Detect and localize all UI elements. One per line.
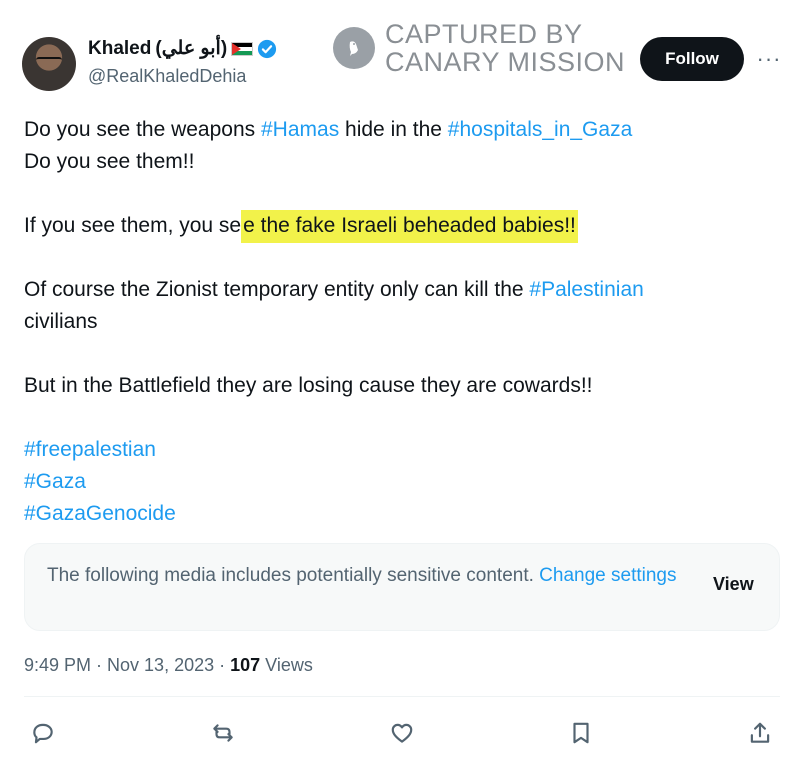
hashtag-palestinian[interactable]: #Palestinian: [529, 278, 643, 301]
author-name[interactable]: Khaled: [88, 38, 151, 60]
hashtag-line-3: #GazaGenocide: [24, 498, 764, 530]
hashtag-gazagenocide[interactable]: #GazaGenocide: [24, 502, 176, 525]
post-text: hide in the: [339, 118, 448, 141]
post-line-4b: civilians: [24, 310, 98, 333]
divider: [24, 696, 780, 697]
bookmark-icon[interactable]: [564, 716, 598, 750]
post-line-3: If you see them, you see the fake Israel…: [24, 210, 764, 243]
hashtag-gaza[interactable]: #Gaza: [24, 470, 86, 493]
canary-mission-watermark: CAPTURED BY CANARY MISSION: [333, 20, 625, 76]
views-count: 107: [230, 655, 261, 675]
action-bar: [0, 716, 800, 750]
post-text: If you see them, you se: [24, 214, 242, 237]
author-name-row[interactable]: Khaled (أبو علي): [88, 37, 277, 60]
follow-button[interactable]: Follow: [640, 37, 744, 81]
post-line-2: Do you see them!!: [24, 150, 195, 173]
palestine-flag-icon: [231, 41, 254, 56]
post-body: Do you see the weapons #Hamas hide in th…: [24, 114, 764, 530]
post-line-1: Do you see the weapons #Hamas hide in th…: [24, 114, 764, 146]
watermark-line1: CAPTURED BY: [385, 19, 583, 49]
post-line-5: But in the Battlefield they are losing c…: [24, 374, 593, 397]
hashtag-freepalestian[interactable]: #freepalestian: [24, 438, 156, 461]
highlighted-text: e the fake Israeli beheaded babies!!: [241, 210, 578, 243]
author-name-suffix[interactable]: (أبو علي): [155, 37, 227, 60]
sensitive-media-warning: The following media includes potentially…: [24, 543, 780, 631]
author-handle[interactable]: @RealKhaledDehia: [88, 66, 246, 87]
views-label: Views: [260, 655, 313, 675]
hashtag-hamas[interactable]: #Hamas: [261, 118, 339, 141]
change-settings-link[interactable]: Change settings: [539, 565, 676, 586]
hashtag-line-1: #freepalestian: [24, 434, 764, 466]
avatar[interactable]: [22, 37, 76, 91]
post-text: Of course the Zionist temporary entity o…: [24, 278, 530, 301]
hashtag-line-2: #Gaza: [24, 466, 764, 498]
watermark-text: CAPTURED BY CANARY MISSION: [385, 20, 625, 76]
post-timestamp[interactable]: 9:49 PM · Nov 13, 2023 ·: [24, 655, 230, 675]
canary-bird-icon: [333, 27, 375, 69]
heart-icon[interactable]: [385, 716, 419, 750]
post-text: Do you see the weapons: [24, 118, 261, 141]
hashtag-hospitals-in-gaza[interactable]: #hospitals_in_Gaza: [448, 118, 632, 141]
sensitive-message: The following media includes potentially…: [47, 565, 540, 586]
post-meta: 9:49 PM · Nov 13, 2023 · 107 Views: [24, 655, 313, 676]
share-icon[interactable]: [743, 716, 777, 750]
view-media-button[interactable]: View: [713, 574, 754, 595]
watermark-line2: CANARY MISSION: [385, 47, 626, 77]
verified-badge-icon[interactable]: [257, 39, 277, 59]
glasses-shape: [36, 57, 62, 65]
more-options-icon[interactable]: ···: [755, 44, 783, 74]
post-line-4: Of course the Zionist temporary entity o…: [24, 274, 764, 306]
sensitive-warning-text: The following media includes potentially…: [47, 562, 687, 589]
reply-icon[interactable]: [26, 716, 60, 750]
repost-icon[interactable]: [206, 716, 240, 750]
